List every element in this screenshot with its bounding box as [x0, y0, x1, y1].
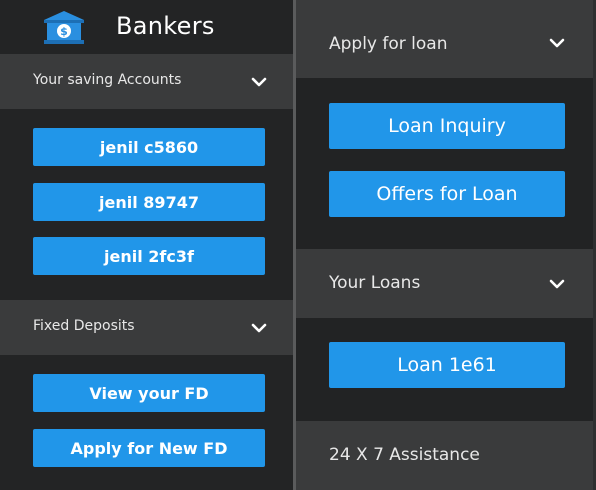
your-loans-header[interactable]: Your Loans: [296, 249, 593, 318]
apply-loan-header[interactable]: Apply for loan: [296, 0, 593, 78]
fixed-deposits-label: Fixed Deposits: [33, 318, 135, 334]
offers-for-loan-button[interactable]: Offers for Loan: [329, 171, 565, 217]
account-button[interactable]: jenil c5860: [33, 128, 265, 166]
view-fd-button[interactable]: View your FD: [33, 374, 265, 412]
savings-accounts-label: Your saving Accounts: [33, 72, 182, 88]
fixed-deposits-header[interactable]: Fixed Deposits: [0, 300, 293, 355]
right-panel: Apply for loan Loan Inquiry Offers for L…: [296, 0, 596, 490]
apply-loan-label: Apply for loan: [329, 34, 448, 54]
account-button[interactable]: jenil 89747: [33, 183, 265, 221]
app: $ Bankers Your saving Accounts jenil c58…: [0, 0, 596, 490]
logo-symbol: $: [60, 25, 68, 38]
loan-item-button[interactable]: Loan 1e61: [329, 342, 565, 388]
loan-inquiry-button[interactable]: Loan Inquiry: [329, 103, 565, 149]
app-title: Bankers: [116, 12, 215, 40]
bank-icon: $: [44, 11, 84, 44]
left-sidebar: $ Bankers Your saving Accounts jenil c58…: [0, 0, 293, 490]
chevron-down-icon: [549, 38, 565, 48]
your-loans-label: Your Loans: [329, 273, 421, 293]
chevron-down-icon: [549, 279, 565, 288]
apply-new-fd-button[interactable]: Apply for New FD: [33, 429, 265, 467]
account-button[interactable]: jenil 2fc3f: [33, 237, 265, 275]
savings-accounts-header[interactable]: Your saving Accounts: [0, 54, 293, 109]
chevron-down-icon: [251, 77, 267, 86]
brand-header: $ Bankers: [0, 0, 293, 54]
assistance-header[interactable]: 24 X 7 Assistance: [296, 421, 593, 490]
chevron-down-icon: [251, 323, 267, 332]
assistance-label: 24 X 7 Assistance: [329, 445, 480, 465]
